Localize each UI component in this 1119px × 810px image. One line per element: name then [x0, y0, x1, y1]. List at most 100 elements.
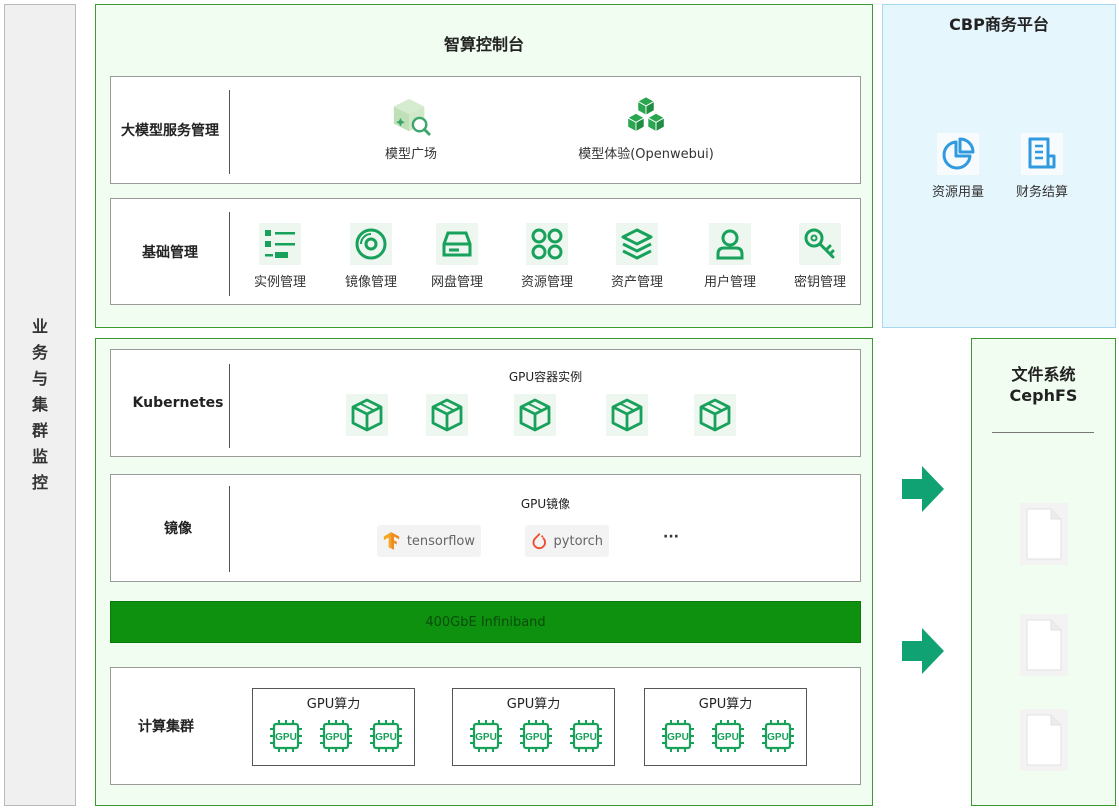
- gpu-chip-icon: GPU: [661, 719, 695, 757]
- asset-management-item[interactable]: 资产管理: [602, 223, 672, 290]
- gpu-compute-group: GPU算力 GPU GPU GPU: [452, 688, 615, 766]
- gpu-chip-icon: GPU: [469, 719, 503, 757]
- arrow-right-icon: [902, 466, 944, 512]
- svg-text:GPU: GPU: [667, 732, 689, 743]
- asset-management-label: 资产管理: [610, 275, 663, 290]
- container-icon: [426, 394, 468, 436]
- pytorch-label: pytorch: [553, 533, 603, 549]
- console-title: 智算控制台: [443, 35, 524, 54]
- netdisk-management-item[interactable]: 网盘管理: [422, 223, 492, 290]
- svg-text:GPU: GPU: [525, 732, 547, 743]
- infiniband-network-bar: 400GbE Infiniband: [110, 601, 861, 643]
- key-management-label: 密钥管理: [793, 275, 846, 290]
- kubernetes-label: Kubernetes: [132, 395, 224, 411]
- gpu-chip-icon: GPU: [519, 719, 553, 757]
- svg-text:GPU: GPU: [325, 732, 347, 743]
- infrastructure-panel: Kubernetes GPU容器实例 镜像 GPU镜像 tensorflow p…: [95, 338, 873, 806]
- kubernetes-row: Kubernetes GPU容器实例: [110, 349, 861, 457]
- gpu-chip-icon: GPU: [711, 719, 745, 757]
- filesystem-title-line2: CephFS: [1009, 386, 1078, 405]
- tensorflow-image[interactable]: tensorflow: [377, 525, 481, 557]
- instance-management-label: 实例管理: [253, 275, 306, 290]
- monitor-label: 业 务 与 集 群 监 控: [31, 317, 48, 492]
- finance-settlement-item[interactable]: 财务结算: [1007, 133, 1077, 200]
- tensorflow-label: tensorflow: [406, 533, 475, 549]
- more-frameworks[interactable]: ···: [663, 529, 683, 545]
- title-divider: [992, 432, 1094, 433]
- user-management-item[interactable]: 用户管理: [695, 223, 765, 290]
- pie-chart-icon: [937, 133, 979, 175]
- gpu-compute-group: GPU算力 GPU GPU GPU: [644, 688, 807, 766]
- pytorch-logo-icon: [532, 533, 546, 550]
- resource-management-label: 资源管理: [520, 275, 573, 290]
- tensorflow-logo-icon: [383, 532, 400, 550]
- cbp-title: CBP商务平台: [949, 15, 1049, 34]
- container-icon: [346, 394, 388, 436]
- instance-management-item[interactable]: 实例管理: [245, 223, 315, 290]
- user-icon: [709, 223, 751, 265]
- model-experience-label: 模型体验(Openwebui): [578, 147, 714, 162]
- gpu-chip-icon: GPU: [761, 719, 795, 757]
- row-divider: [229, 90, 230, 174]
- compute-cluster-label: 计算集群: [138, 719, 194, 735]
- filesystem-title: 文件系统 CephFS: [972, 364, 1115, 406]
- model-square-icon: [390, 95, 432, 137]
- user-management-label: 用户管理: [703, 275, 756, 290]
- netdisk-management-label: 网盘管理: [430, 275, 483, 290]
- finance-settlement-label: 财务结算: [1015, 185, 1068, 200]
- file-icon: [1020, 709, 1068, 771]
- gpu-chip-icon: GPU: [319, 719, 353, 757]
- file-icon: [1020, 503, 1068, 565]
- resource-usage-label: 资源用量: [931, 185, 984, 200]
- llm-row-label: 大模型服务管理: [121, 123, 219, 139]
- svg-text:GPU: GPU: [575, 732, 597, 743]
- row-divider: [229, 212, 230, 296]
- layers-icon: [616, 223, 658, 265]
- container-icon: [514, 394, 556, 436]
- image-management-label: 镜像管理: [344, 275, 397, 290]
- key-management-item[interactable]: 密钥管理: [785, 223, 855, 290]
- image-row: 镜像 GPU镜像 tensorflow pytorch ···: [110, 474, 861, 582]
- svg-text:GPU: GPU: [375, 732, 397, 743]
- gpu-container-subtitle: GPU容器实例: [508, 370, 583, 384]
- svg-text:GPU: GPU: [275, 732, 297, 743]
- document-icon: [1021, 133, 1063, 175]
- gpu-chip-icon: GPU: [269, 719, 303, 757]
- gpu-group-title: GPU算力: [506, 697, 561, 712]
- model-experience-item[interactable]: 模型体验(Openwebui): [561, 95, 731, 162]
- disc-icon: [350, 223, 392, 265]
- compute-console-panel: 智算控制台 大模型服务管理 模型广场 模型体验(Openwebui) 基础管理 …: [95, 4, 873, 328]
- compute-cluster-row: 计算集群 GPU算力 GPU GPU GPU GPU算力 GPU GPU GPU GPU算力 GP…: [110, 667, 861, 785]
- key-icon: [799, 223, 841, 265]
- llm-service-row: 大模型服务管理 模型广场 模型体验(Openwebui): [110, 76, 861, 184]
- monitor-column: 业 务 与 集 群 监 控: [4, 4, 76, 806]
- drive-icon: [436, 223, 478, 265]
- model-square-item[interactable]: 模型广场: [361, 95, 461, 162]
- container-icon: [606, 394, 648, 436]
- cbp-platform-panel: CBP商务平台 资源用量 财务结算: [882, 4, 1116, 328]
- gpu-image-subtitle: GPU镜像: [520, 497, 571, 511]
- arrow-right-icon: [902, 628, 944, 674]
- svg-text:GPU: GPU: [475, 732, 497, 743]
- base-management-row: 基础管理 实例管理 镜像管理 网盘管理 资源管理 资产管理 用户管理 密钥管理: [110, 198, 861, 305]
- container-icon: [694, 394, 736, 436]
- gpu-compute-group: GPU算力 GPU GPU GPU: [252, 688, 415, 766]
- gpu-group-title: GPU算力: [698, 697, 753, 712]
- filesystem-title-line1: 文件系统: [1011, 365, 1076, 384]
- resource-usage-item[interactable]: 资源用量: [923, 133, 993, 200]
- image-label: 镜像: [164, 521, 192, 537]
- gpu-chip-icon: GPU: [369, 719, 403, 757]
- list-icon: [259, 223, 301, 265]
- grid-circles-icon: [526, 223, 568, 265]
- gpu-group-title: GPU算力: [306, 697, 361, 712]
- cubes-icon: [625, 95, 667, 137]
- resource-management-item[interactable]: 资源管理: [512, 223, 582, 290]
- svg-text:GPU: GPU: [767, 732, 789, 743]
- model-square-label: 模型广场: [384, 147, 437, 162]
- gpu-chip-icon: GPU: [569, 719, 603, 757]
- file-icon: [1020, 614, 1068, 676]
- pytorch-image[interactable]: pytorch: [525, 525, 609, 557]
- image-management-item[interactable]: 镜像管理: [336, 223, 406, 290]
- base-row-label: 基础管理: [142, 244, 198, 261]
- filesystem-panel: 文件系统 CephFS: [971, 338, 1116, 806]
